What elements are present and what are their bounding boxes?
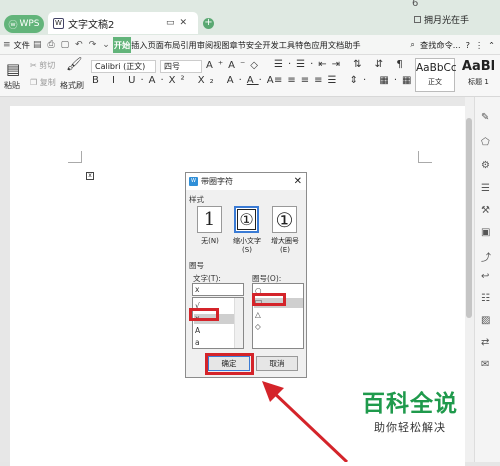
watermark: 百科全说 助你轻松解决 — [362, 384, 482, 435]
watermark-title: 百科全说 — [362, 391, 458, 417]
arrow-shaft — [270, 389, 349, 462]
watermark-subtitle: 助你轻松解决 — [374, 421, 446, 434]
